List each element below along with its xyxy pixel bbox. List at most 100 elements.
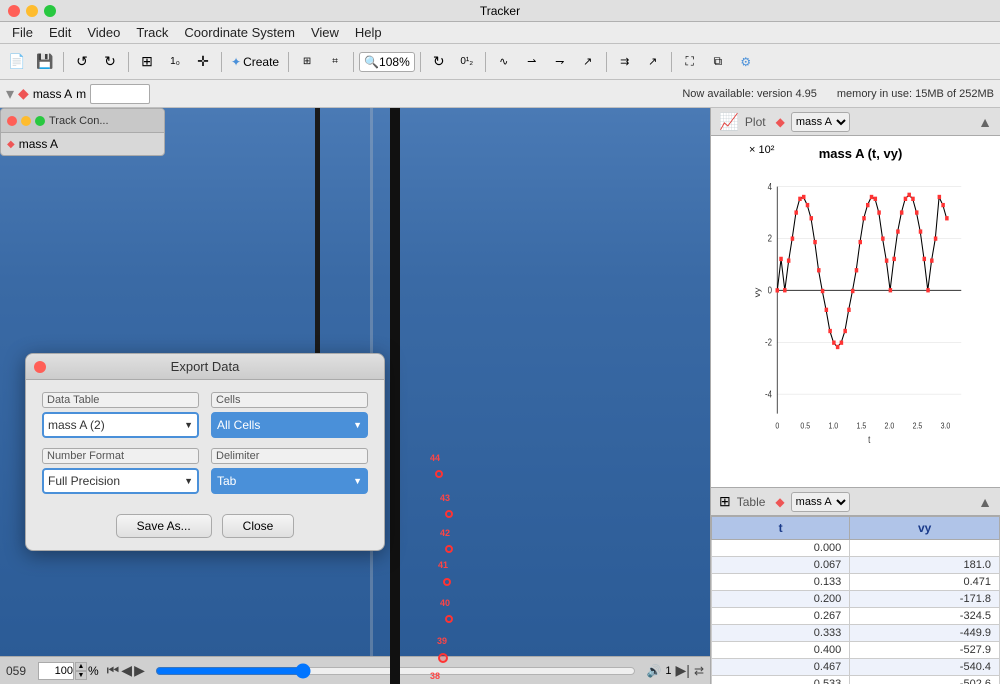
save-button[interactable]: 💾 [32, 49, 58, 75]
plot-scroll-up[interactable]: ▲ [978, 114, 992, 130]
number-format-select-wrapper: Full Precision [42, 468, 199, 494]
number-format-select[interactable]: Full Precision [42, 468, 199, 494]
minimize-button[interactable] [26, 5, 38, 17]
axes-button[interactable]: ✛ [190, 49, 216, 75]
close-button[interactable] [8, 5, 20, 17]
track-dropdown-arrow[interactable]: ▾ [6, 84, 14, 104]
cell-vy: -324.5 [850, 608, 1000, 625]
table-button[interactable]: ⊞ [134, 49, 160, 75]
table-area: ⊞ Table ◆ mass A ▲ t vy 0.00 [711, 488, 1000, 684]
zoom-level: 🔍 108% [359, 52, 415, 72]
num-format-button[interactable]: 1₀ [162, 49, 188, 75]
chart-point [847, 308, 851, 312]
refresh-button[interactable]: ↻ [426, 49, 452, 75]
memory-status: memory in use: 15MB of 252MB [837, 88, 994, 100]
zoom-percent: % [88, 664, 99, 678]
step-forward-button[interactable]: ▶| [676, 662, 690, 679]
step-back-button[interactable]: ◀ [121, 662, 132, 679]
track-label-40: 40 [440, 598, 450, 608]
arrow1-button[interactable]: ⇀ [519, 49, 545, 75]
track-point-5 [445, 615, 453, 623]
audio-button[interactable]: 🔊 [646, 664, 661, 678]
cell-vy: -540.4 [850, 659, 1000, 676]
chart-point [840, 341, 844, 345]
chart-point [870, 195, 874, 199]
track-con-item: ◆ mass A [7, 137, 158, 151]
arrow3-button[interactable]: ↗ [575, 49, 601, 75]
track-label-39: 39 [437, 636, 447, 646]
go-start-button[interactable]: ⏮ [107, 662, 120, 679]
track-mass-label: mass A [33, 87, 72, 101]
chart-point [851, 289, 855, 293]
chart-point [802, 195, 806, 199]
svg-text:0: 0 [775, 421, 779, 431]
table-icon: ⊞ [719, 493, 731, 510]
track-mass-value[interactable]: 1.000 [90, 84, 150, 104]
vector2-button[interactable]: ↗ [640, 49, 666, 75]
table-label: Table [737, 495, 766, 509]
perspective-button[interactable]: ⌗ [322, 49, 348, 75]
detach-button[interactable]: ⧉ [705, 49, 731, 75]
track-con-title: Track Con... [49, 115, 109, 127]
plot-diamond-icon: ◆ [776, 115, 785, 129]
zoom-up[interactable]: ▲ [75, 662, 87, 671]
menu-help[interactable]: Help [347, 23, 390, 42]
vector-button[interactable]: ⇉ [612, 49, 638, 75]
menu-video[interactable]: Video [79, 23, 128, 42]
step-button[interactable]: 0¹₂ [454, 49, 480, 75]
plot-chart-icon[interactable]: 📈 [719, 112, 739, 132]
delimiter-select[interactable]: Tab [211, 468, 368, 494]
data-table-group: Data Table mass A (2) [42, 392, 199, 438]
menu-coordinate-system[interactable]: Coordinate System [176, 23, 303, 42]
chart-point [828, 329, 832, 333]
chart-point [915, 210, 919, 214]
playback-controls: ⏮ ◀ ▶ [107, 662, 145, 679]
zoom-down[interactable]: ▼ [75, 671, 87, 680]
table-scroll-up[interactable]: ▲ [978, 494, 992, 510]
play-button[interactable]: ▶ [134, 662, 145, 679]
zoom-spinner: ▲ ▼ [75, 662, 87, 680]
extra-button[interactable]: ⚙ [733, 49, 759, 75]
data-table-select[interactable]: mass A (2) [42, 412, 199, 438]
loop-button[interactable]: ⇄ [694, 664, 704, 678]
table-scroll[interactable]: t vy 0.0000.067181.00.1330.4710.200-171.… [711, 516, 1000, 684]
plot-mass-select[interactable]: mass A [791, 112, 850, 132]
create-label: Create [243, 55, 279, 69]
export-dialog: Export Data Data Table mass A (2) Cells [25, 353, 385, 551]
export-dialog-close[interactable] [34, 361, 46, 373]
cells-select[interactable]: All Cells [211, 412, 368, 438]
maximize-button[interactable] [44, 5, 56, 17]
arrow2-button[interactable]: ⇁ [547, 49, 573, 75]
table-row: 0.333-449.9 [712, 625, 1000, 642]
delimiter-label: Delimiter [211, 448, 368, 464]
calib-button[interactable]: ⊞ [294, 49, 320, 75]
close-button[interactable]: Close [222, 514, 295, 538]
undo-button[interactable]: ↺ [69, 49, 95, 75]
menu-edit[interactable]: Edit [41, 23, 79, 42]
redo-button[interactable]: ↻ [97, 49, 123, 75]
cell-vy [850, 540, 1000, 557]
track-con-max[interactable] [35, 116, 45, 126]
svg-text:-4: -4 [765, 389, 772, 400]
cell-t: 0.467 [712, 659, 850, 676]
table-mass-select[interactable]: mass A [791, 492, 850, 512]
new-button[interactable]: 📄 [4, 49, 30, 75]
svg-text:1.5: 1.5 [857, 421, 867, 431]
status-area: Now available: version 4.95 memory in us… [682, 88, 994, 100]
zoom-input[interactable] [38, 662, 74, 680]
menu-track[interactable]: Track [128, 23, 176, 42]
fullscreen-button[interactable]: ⛶ [677, 49, 703, 75]
track-con-min[interactable] [21, 116, 31, 126]
save-as-button[interactable]: Save As... [116, 514, 212, 538]
trail-button[interactable]: ∿ [491, 49, 517, 75]
menu-file[interactable]: File [4, 23, 41, 42]
track-con-close[interactable] [7, 116, 17, 126]
video-bottom-bar: 059 ▲ ▼ % ⏮ ◀ ▶ 🔊 1 ▶| ⇄ [0, 656, 710, 684]
chart-point [787, 258, 791, 262]
chart-svg: 4 2 0 -2 -4 0 0.5 1.0 1.5 2.0 2.5 3.0 t [751, 165, 970, 446]
cell-t: 0.067 [712, 557, 850, 574]
chart-title: mass A (t, vy) [751, 146, 970, 161]
cell-vy: -527.9 [850, 642, 1000, 659]
menu-view[interactable]: View [303, 23, 347, 42]
create-button[interactable]: ✦ Create [227, 53, 283, 71]
